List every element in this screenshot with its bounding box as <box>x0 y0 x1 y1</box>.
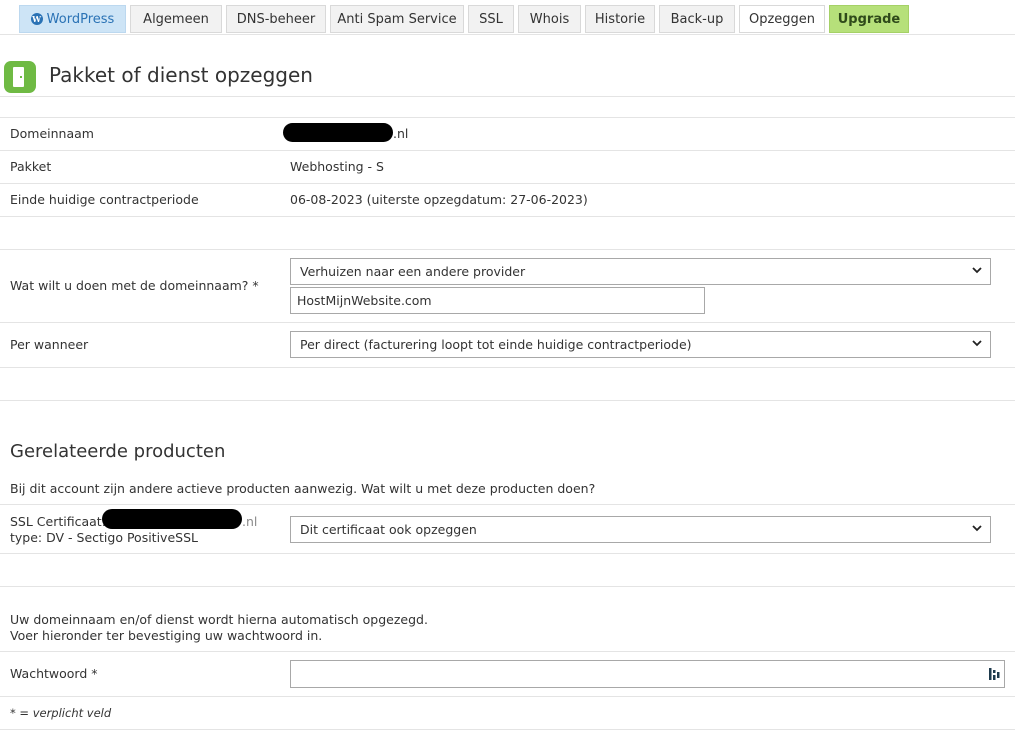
ssl-type: type: DV - Sectigo PositiveSSL <box>10 530 198 545</box>
tab-wordpress[interactable]: W WordPress <box>19 5 126 33</box>
tab-algemeen[interactable]: Algemeen <box>130 5 222 33</box>
when-select[interactable]: Per direct (facturering loopt tot einde … <box>290 331 991 358</box>
domain-action-select[interactable]: Verhuizen naar een andere provider <box>290 258 991 285</box>
tab-historie[interactable]: Historie <box>585 5 655 33</box>
divider <box>0 183 1015 184</box>
domain-label: Domeinnaam <box>10 126 94 141</box>
divider <box>0 322 1015 323</box>
cancel-door-icon <box>4 61 36 93</box>
select-value: Verhuizen naar een andere provider <box>300 264 526 279</box>
contract-value: 06-08-2023 (uiterste opzegdatum: 27-06-2… <box>290 192 588 207</box>
tab-back-up[interactable]: Back-up <box>659 5 735 33</box>
divider <box>0 249 1015 250</box>
divider <box>0 696 1015 697</box>
wordpress-icon: W <box>30 13 43 25</box>
divider <box>0 117 1015 118</box>
divider <box>0 367 1015 368</box>
divider <box>0 553 1015 554</box>
tab-bar: W WordPress Algemeen DNS-beheer Anti Spa… <box>19 5 909 33</box>
package-value: Webhosting - S <box>290 159 384 174</box>
provider-input[interactable]: HostMijnWebsite.com <box>290 287 705 314</box>
ssl-action-select[interactable]: Dit certificaat ook opzeggen <box>290 516 991 543</box>
divider <box>0 216 1015 217</box>
related-heading: Gerelateerde producten <box>10 441 226 462</box>
tab-label: DNS-beheer <box>236 11 316 27</box>
ssl-label: SSL Certificaat: <box>10 514 106 529</box>
tab-label: Historie <box>594 11 646 27</box>
confirm-line-2: Voer hieronder ter bevestiging uw wachtw… <box>10 628 323 643</box>
tab-opzeggen[interactable]: Opzeggen <box>739 5 825 33</box>
password-manager-icon[interactable] <box>988 667 1000 681</box>
tab-upgrade[interactable]: Upgrade <box>829 5 909 33</box>
chevron-down-icon <box>972 267 982 274</box>
tab-anti-spam[interactable]: Anti Spam Service <box>330 5 464 33</box>
tab-label: Upgrade <box>837 11 901 27</box>
ssl-suffix: .nl <box>242 514 258 529</box>
divider <box>0 96 1015 97</box>
password-input[interactable] <box>290 660 1005 688</box>
tab-whois[interactable]: Whois <box>518 5 581 33</box>
page-title: Pakket of dienst opzeggen <box>49 63 313 87</box>
domain-action-label: Wat wilt u doen met de domeinnaam? * <box>10 278 259 293</box>
domain-suffix: .nl <box>393 126 409 141</box>
password-label: Wachtwoord * <box>10 666 98 681</box>
divider <box>0 400 1015 401</box>
tab-ssl[interactable]: SSL <box>468 5 514 33</box>
tab-label: Anti Spam Service <box>337 11 457 27</box>
chevron-down-icon <box>972 525 982 532</box>
select-value: Per direct (facturering loopt tot einde … <box>300 337 692 352</box>
when-label: Per wanneer <box>10 337 89 352</box>
tab-dns-beheer[interactable]: DNS-beheer <box>226 5 326 33</box>
divider <box>0 651 1015 652</box>
package-label: Pakket <box>10 159 52 174</box>
tab-label: Algemeen <box>143 11 209 27</box>
related-intro: Bij dit account zijn andere actieve prod… <box>10 481 596 496</box>
divider <box>0 504 1015 505</box>
redacted-ssl-domain <box>102 509 242 529</box>
select-value: Dit certificaat ook opzeggen <box>300 522 477 537</box>
required-note: * = verplicht veld <box>10 706 112 720</box>
tab-label: Opzeggen <box>748 11 816 27</box>
tab-label: SSL <box>479 11 503 27</box>
confirm-line-1: Uw domeinnaam en/of dienst wordt hierna … <box>10 612 428 627</box>
input-value: HostMijnWebsite.com <box>297 293 432 308</box>
divider <box>0 729 1015 730</box>
chevron-down-icon <box>972 340 982 347</box>
contract-label: Einde huidige contractperiode <box>10 192 199 207</box>
divider <box>0 34 1015 35</box>
redacted-domain <box>283 123 393 142</box>
divider <box>0 586 1015 587</box>
tab-label: Back-up <box>670 11 724 27</box>
divider <box>0 150 1015 151</box>
tab-label: WordPress <box>46 11 115 27</box>
tab-label: Whois <box>529 11 570 27</box>
